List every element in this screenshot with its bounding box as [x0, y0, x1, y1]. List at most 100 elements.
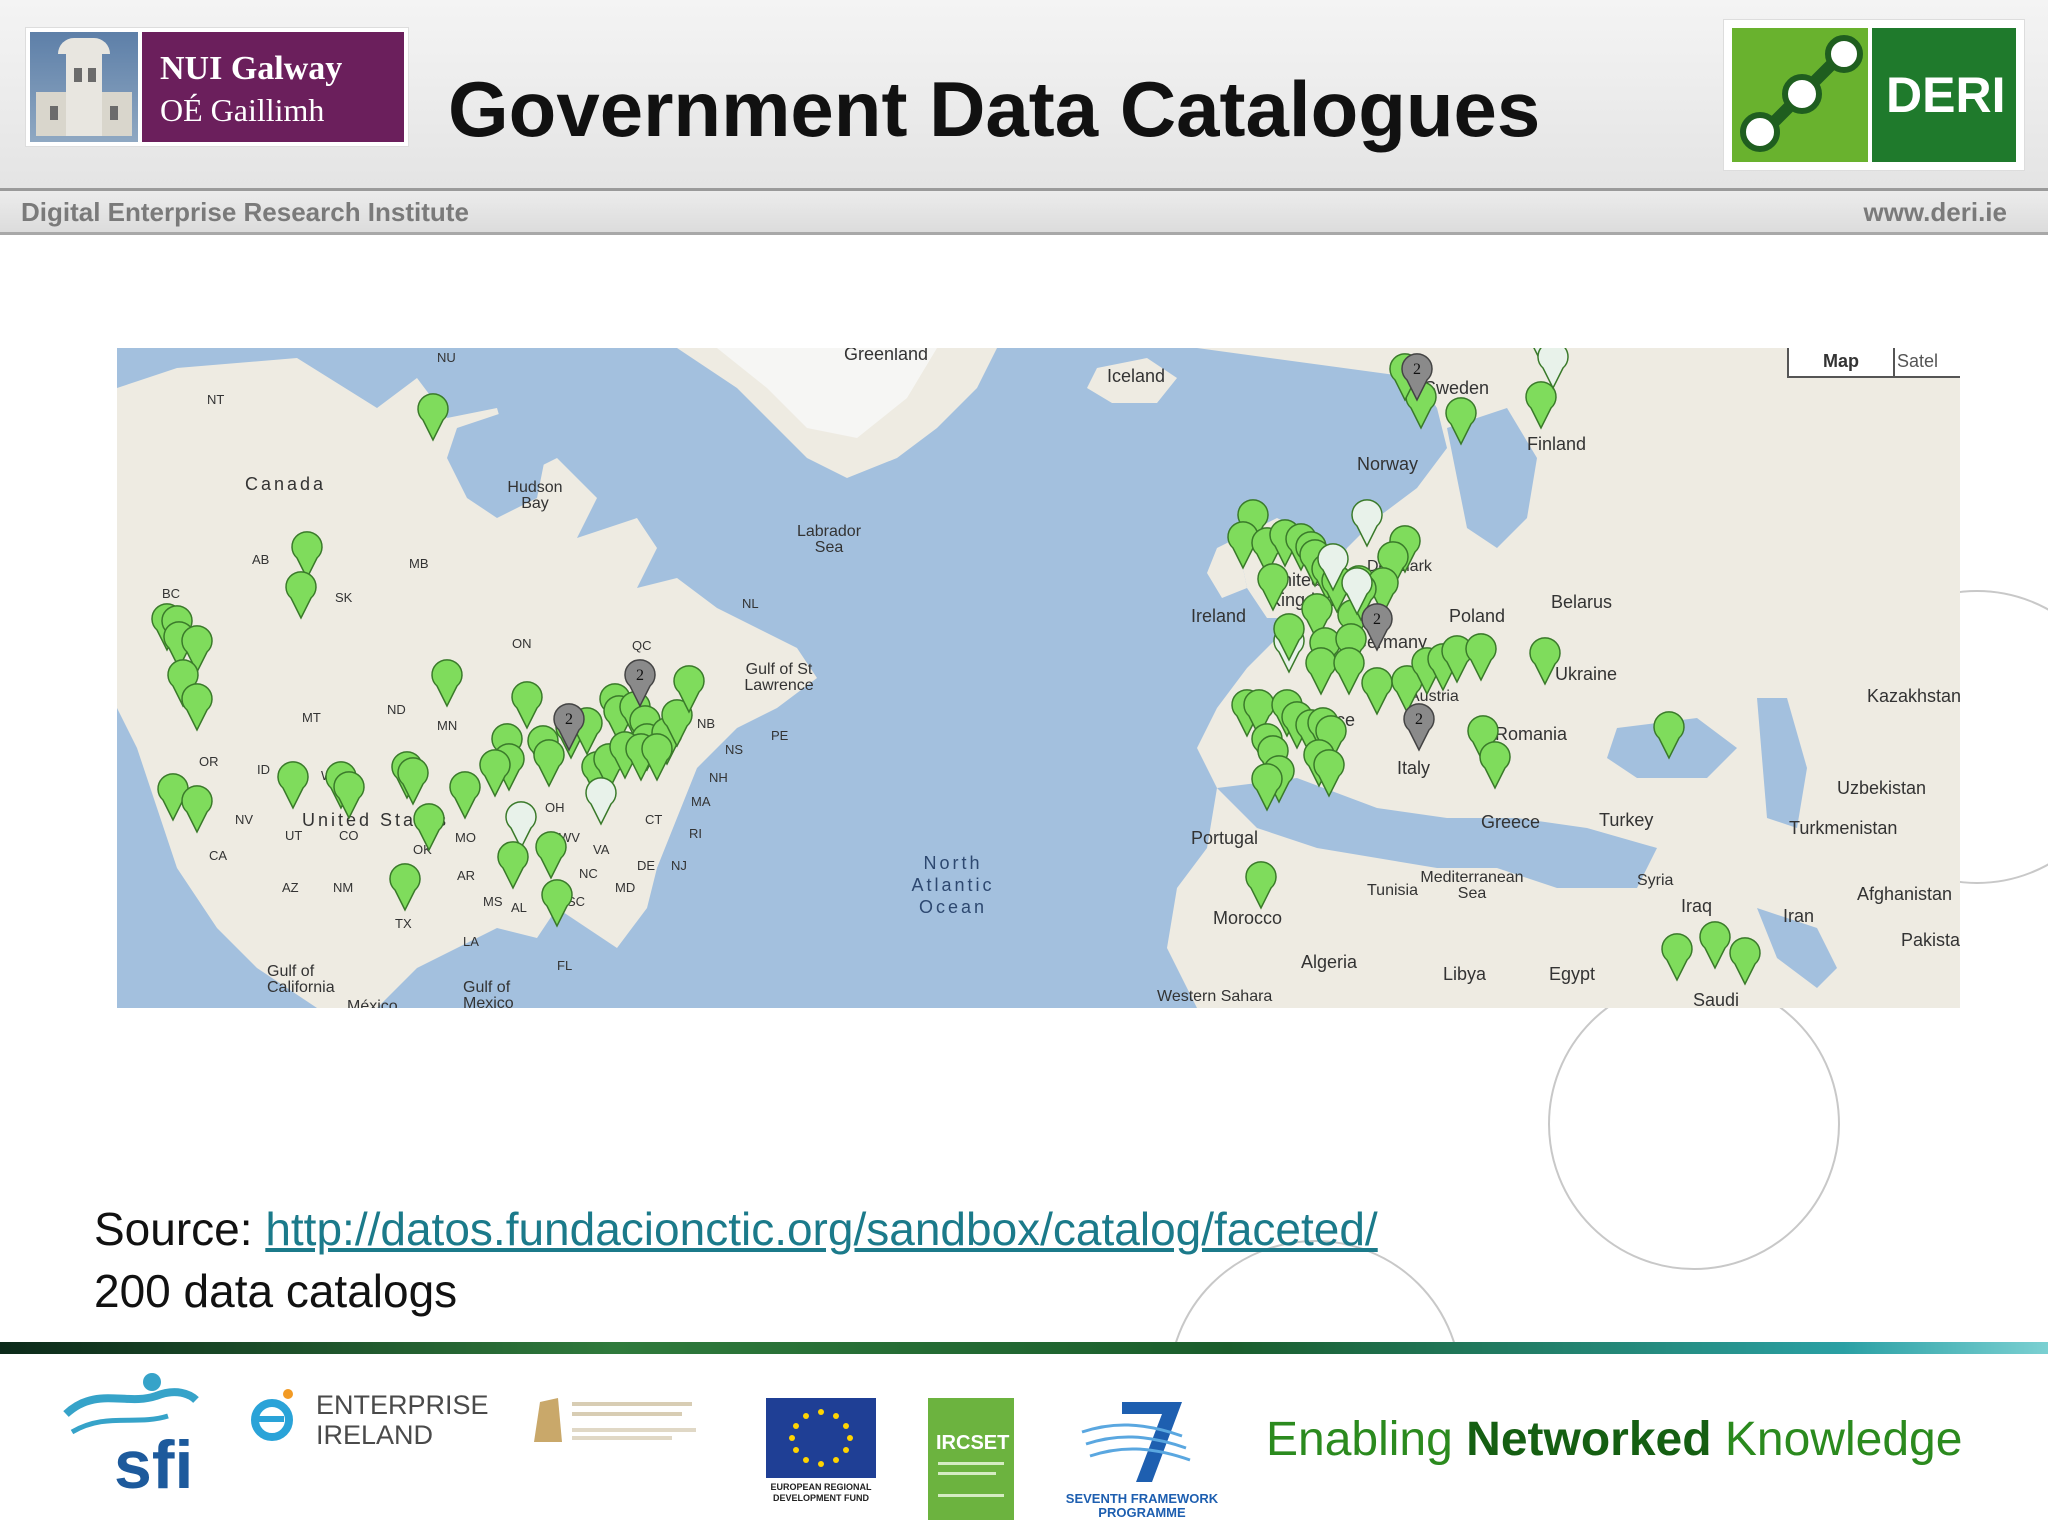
catalog-marker-icon[interactable]: [1349, 498, 1385, 548]
deri-logo-text: DERI: [1886, 67, 2006, 123]
label-on: ON: [512, 636, 532, 651]
catalog-marker-icon[interactable]: [429, 658, 465, 708]
catalog-marker-icon[interactable]: [179, 682, 215, 732]
catalog-marker-icon[interactable]: [495, 840, 531, 890]
catalog-marker-icon[interactable]: [1527, 636, 1563, 686]
catalog-marker-icon[interactable]: [1463, 632, 1499, 682]
label-or: OR: [199, 754, 219, 769]
catalog-marker-icon[interactable]: [395, 756, 431, 806]
catalog-marker-icon[interactable]: [1255, 562, 1291, 612]
world-catalog-map[interactable]: Map Satel Greenland Iceland Sweden Norwa…: [117, 348, 1960, 1008]
label-turkey: Turkey: [1599, 810, 1654, 830]
catalog-marker-icon[interactable]: [583, 776, 619, 826]
catalog-marker-icon[interactable]: [283, 570, 319, 620]
catalog-marker-icon[interactable]: [533, 830, 569, 880]
nui-logo-line1: NUI Galway: [160, 50, 343, 87]
label-nu: NU: [437, 350, 456, 365]
enterprise-ireland-line1: ENTERPRISE: [316, 1390, 489, 1420]
label-nv: NV: [235, 812, 254, 827]
label-nb: NB: [697, 716, 716, 731]
catalog-marker-icon[interactable]: [275, 760, 311, 810]
label-mn: MN: [437, 718, 458, 733]
label-hudson-bay: Hudson Bay: [507, 479, 563, 512]
source-line: Source: http://datos.fundacionctic.org/s…: [94, 1202, 1378, 1256]
source-prefix: Source:: [94, 1203, 266, 1255]
cluster-marker-icon[interactable]: 2: [1359, 602, 1395, 652]
catalog-marker-icon[interactable]: [331, 770, 367, 820]
label-nt: NT: [207, 392, 225, 407]
institute-bar: Digital Enterprise Research Institute ww…: [0, 191, 2048, 232]
label-qc: QC: [632, 638, 652, 653]
label-greenland: Greenland: [844, 348, 929, 364]
catalog-marker-icon[interactable]: [1651, 710, 1687, 760]
tagline: Enabling Networked Knowledge: [1266, 1412, 1962, 1467]
catalog-marker-icon[interactable]: [671, 664, 707, 714]
label-norway: Norway: [1357, 454, 1419, 474]
label-oh: OH: [545, 800, 565, 815]
satellite-button[interactable]: Satel: [1897, 348, 1938, 376]
label-ar: AR: [457, 868, 476, 883]
map-button[interactable]: Map: [1789, 348, 1895, 376]
label-mt: MT: [302, 710, 321, 725]
catalog-marker-icon[interactable]: [1659, 932, 1695, 982]
fp7-logo: SEVENTH FRAMEWORK PROGRAMME: [1062, 1392, 1222, 1522]
catalog-marker-icon[interactable]: [179, 784, 215, 834]
label-pakistan: Pakista: [1901, 930, 1960, 950]
label-co: CO: [339, 828, 359, 843]
catalog-marker-icon[interactable]: [1727, 936, 1763, 986]
label-north-atlantic: North Atlantic Ocean: [911, 853, 995, 917]
ircset-logo: IRCSET: [928, 1398, 1014, 1520]
eu-erdf-logo: EUROPEAN REGIONAL DEVELOPMENT FUND: [766, 1398, 876, 1508]
cluster-marker-icon[interactable]: 2: [551, 702, 587, 752]
label-ut: UT: [285, 828, 303, 843]
cluster-marker-icon[interactable]: 2: [622, 658, 658, 708]
catalog-marker-icon[interactable]: [477, 748, 513, 798]
cluster-count: 2: [565, 711, 573, 728]
catalog-count: 200 data catalogs: [94, 1265, 458, 1317]
cluster-count: 2: [1373, 611, 1381, 628]
tagline-post: Knowledge: [1711, 1413, 1963, 1466]
label-syria: Syria: [1637, 872, 1674, 889]
label-kazakhstan: Kazakhstan: [1867, 686, 1960, 706]
catalog-marker-icon[interactable]: [415, 392, 451, 442]
label-greece: Greece: [1481, 812, 1541, 832]
catalog-marker-icon[interactable]: [1535, 348, 1571, 390]
erdf-caption: EUROPEAN REGIONAL DEVELOPMENT FUND: [770, 1482, 872, 1503]
label-iran: Iran: [1783, 906, 1815, 926]
catalog-marker-icon[interactable]: [539, 878, 575, 928]
cluster-count: 2: [1413, 361, 1421, 378]
label-turkmenistan: Turkmenistan: [1789, 818, 1898, 838]
label-ri: RI: [689, 826, 702, 841]
label-tunisia: Tunisia: [1367, 882, 1418, 899]
source-link[interactable]: http://datos.fundacionctic.org/sandbox/c…: [265, 1203, 1377, 1255]
catalog-marker-icon[interactable]: [1477, 740, 1513, 790]
catalog-marker-icon[interactable]: [1315, 542, 1351, 592]
label-algeria: Algeria: [1301, 952, 1358, 972]
catalog-marker-icon[interactable]: [1249, 762, 1285, 812]
label-iceland: Iceland: [1107, 366, 1166, 386]
map-type-control[interactable]: Map Satel: [1787, 348, 1960, 378]
catalog-marker-icon[interactable]: [411, 802, 447, 852]
label-gulf-st-lawrence: Gulf of St Lawrence: [744, 661, 814, 694]
catalog-marker-icon[interactable]: [1243, 860, 1279, 910]
label-la: LA: [463, 934, 479, 949]
label-gulf-of-california: Gulf of California: [267, 963, 335, 996]
cluster-marker-icon[interactable]: 2: [1401, 702, 1437, 752]
catalog-marker-icon[interactable]: [1271, 612, 1307, 662]
label-nl: NL: [742, 596, 759, 611]
label-nd: ND: [387, 702, 406, 717]
label-sk: SK: [335, 590, 353, 605]
label-ireland: Ireland: [1191, 606, 1247, 626]
label-italy: Italy: [1397, 758, 1431, 778]
label-poland: Poland: [1449, 606, 1506, 626]
label-western-sahara: Western Sahara: [1157, 988, 1273, 1005]
catalog-marker-icon[interactable]: [387, 862, 423, 912]
cluster-marker-icon[interactable]: 2: [1399, 352, 1435, 402]
catalog-marker-icon[interactable]: [1311, 748, 1347, 798]
catalog-marker-icon[interactable]: [1443, 396, 1479, 446]
label-ns: NS: [725, 742, 744, 757]
label-portugal: Portugal: [1191, 828, 1259, 848]
label-afghanistan: Afghanistan: [1857, 884, 1953, 904]
catalog-marker-icon[interactable]: [639, 732, 675, 782]
label-ct: CT: [645, 812, 663, 827]
